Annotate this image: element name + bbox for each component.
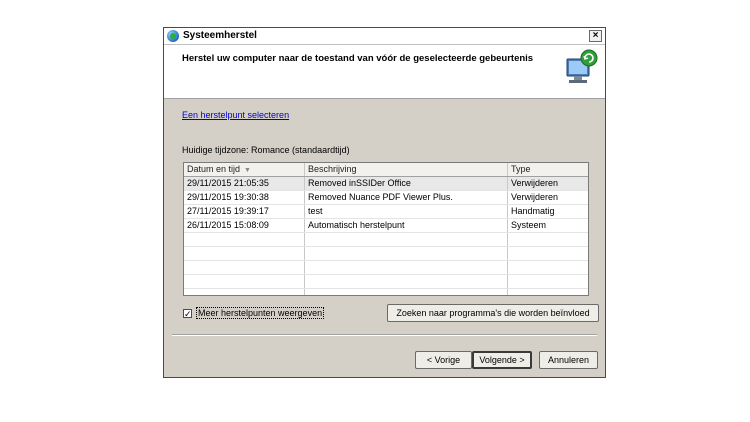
empty-row <box>184 261 588 275</box>
window-title: Systeemherstel <box>183 30 257 41</box>
row-type: Handmatig <box>511 206 555 216</box>
row-description: Removed inSSIDer Office <box>305 177 508 190</box>
row-description: Automatisch herstelpunt <box>305 219 508 232</box>
empty-row <box>184 289 588 295</box>
row-type: Systeem <box>511 220 547 230</box>
close-button[interactable]: × <box>589 30 602 42</box>
title-bar: Systeemherstel × <box>164 28 605 45</box>
back-button[interactable]: < Vorige <box>415 351 472 369</box>
more-restore-points-label[interactable]: Meer herstelpunten weergeven <box>196 307 325 319</box>
divider <box>172 334 597 336</box>
more-restore-points-checkbox[interactable]: ✓ <box>183 308 192 318</box>
empty-row <box>184 247 588 261</box>
next-button[interactable]: Volgende > <box>472 351 532 369</box>
empty-row <box>184 275 588 289</box>
empty-row <box>184 233 588 247</box>
system-restore-dialog: Systeemherstel × Herstel uw computer naa… <box>163 27 606 378</box>
column-header-type[interactable]: Type <box>508 163 588 176</box>
column-header-description[interactable]: Beschrijving <box>305 163 508 176</box>
table-row[interactable]: 29/11/2015 21:05:35 Removed inSSIDer Off… <box>184 177 588 191</box>
row-type: Verwijderen <box>511 178 559 188</box>
table-row[interactable]: 26/11/2015 15:08:09 Automatisch herstelp… <box>184 219 588 233</box>
scan-affected-programs-button[interactable]: Zoeken naar programma's die worden beïnv… <box>387 304 599 322</box>
timezone-label: Huidige tijdzone: Romance (standaardtijd… <box>182 145 350 155</box>
row-type: Verwijderen <box>511 192 559 202</box>
row-date: 26/11/2015 15:08:09 <box>184 219 305 232</box>
column-header-date[interactable]: Datum en tijd ▼ <box>184 163 305 176</box>
header-title: Herstel uw computer naar de toestand van… <box>182 53 534 64</box>
select-restore-point-link[interactable]: Een herstelpunt selecteren <box>182 110 289 120</box>
row-date: 27/11/2015 19:39:17 <box>184 205 305 218</box>
table-row[interactable]: 27/11/2015 19:39:17 test Handmatig <box>184 205 588 219</box>
computer-restore-icon <box>566 49 598 83</box>
row-description: Removed Nuance PDF Viewer Plus. <box>305 191 508 204</box>
row-date: 29/11/2015 21:05:35 <box>184 177 305 190</box>
table-header: Datum en tijd ▼ Beschrijving Type <box>184 163 588 177</box>
row-date: 29/11/2015 19:30:38 <box>184 191 305 204</box>
sort-down-icon: ▼ <box>244 167 251 174</box>
table-row[interactable]: 29/11/2015 19:30:38 Removed Nuance PDF V… <box>184 191 588 205</box>
header-banner: Herstel uw computer naar de toestand van… <box>164 45 605 99</box>
row-description: test <box>305 205 508 218</box>
more-restore-points-option[interactable]: ✓ Meer herstelpunten weergeven <box>183 307 325 319</box>
system-restore-icon <box>167 30 179 42</box>
restore-points-table: Datum en tijd ▼ Beschrijving Type 29/11/2… <box>183 162 589 296</box>
column-header-date-label: Datum en tijd <box>187 164 241 174</box>
cancel-button[interactable]: Annuleren <box>539 351 598 369</box>
